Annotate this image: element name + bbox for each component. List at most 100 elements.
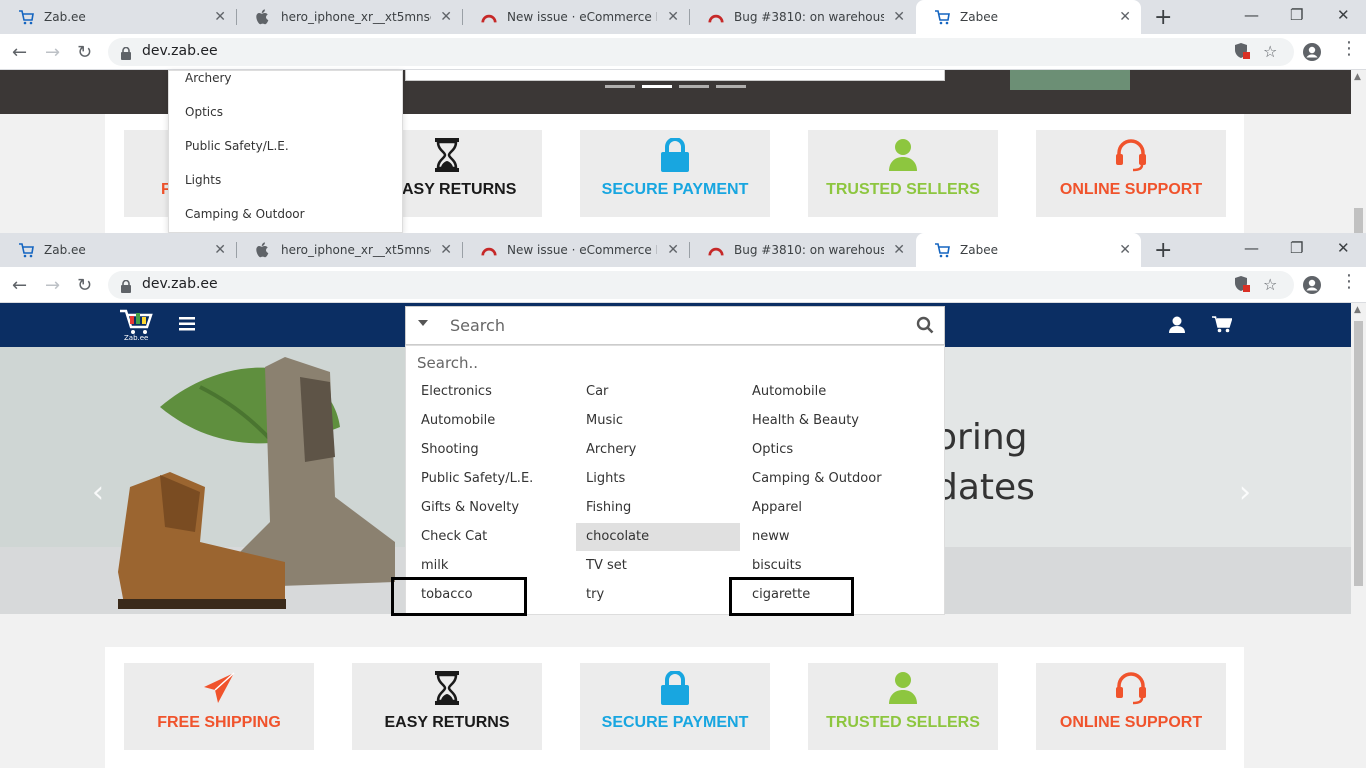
new-tab-icon[interactable]: + — [1154, 5, 1172, 30]
category-item-tv-set[interactable]: TV set — [576, 552, 740, 580]
dropdown-item-lights[interactable]: Lights — [185, 173, 221, 187]
account-user-icon[interactable] — [1169, 316, 1185, 337]
forward-icon[interactable]: → — [45, 42, 60, 63]
profile-icon[interactable] — [1302, 42, 1322, 66]
carousel-dot-active[interactable] — [642, 85, 672, 88]
shopping-cart-icon[interactable] — [1212, 316, 1233, 337]
headset-icon — [1036, 138, 1226, 174]
carousel-next-icon[interactable]: › — [1239, 475, 1251, 510]
back-icon[interactable]: ← — [12, 42, 27, 63]
category-item-apparel[interactable]: Apparel — [742, 494, 906, 522]
tab-strip: Zab.ee ✕ hero_iphone_xr__xt5mnse2zkia ✕ … — [0, 233, 1366, 267]
new-tab-icon[interactable]: + — [1154, 238, 1172, 263]
category-search-input[interactable]: Search.. — [417, 354, 478, 372]
close-icon[interactable]: ✕ — [214, 9, 226, 25]
close-icon[interactable]: ✕ — [1119, 9, 1131, 25]
zabee-logo[interactable]: Zab.ee — [118, 307, 154, 345]
category-item-check-cat[interactable]: Check Cat — [411, 523, 575, 551]
bookmark-star-icon[interactable]: ☆ — [1263, 42, 1277, 61]
restore-icon[interactable]: ❐ — [1290, 6, 1303, 24]
forward-icon[interactable]: → — [45, 275, 60, 296]
scrollbar-thumb[interactable] — [1354, 208, 1363, 233]
carousel-dot[interactable] — [716, 85, 746, 88]
tab-zabee-active[interactable]: Zabee ✕ — [916, 0, 1141, 34]
hourglass-icon — [352, 671, 542, 707]
tab-title: Zabee — [960, 243, 998, 257]
dropdown-item-camping[interactable]: Camping & Outdoor — [185, 207, 305, 221]
window-close-icon[interactable]: ✕ — [1337, 6, 1350, 24]
category-item-biscuits[interactable]: biscuits — [742, 552, 906, 580]
tab-hero-iphone[interactable]: hero_iphone_xr__xt5mnse2zkia ✕ — [237, 0, 462, 34]
category-item-gifts-novelty[interactable]: Gifts & Novelty — [411, 494, 575, 522]
category-item-public-safety-l-e[interactable]: Public Safety/L.E. — [411, 465, 575, 493]
category-item-fishing[interactable]: Fishing — [576, 494, 740, 522]
back-icon[interactable]: ← — [12, 275, 27, 296]
category-item-milk[interactable]: milk — [411, 552, 575, 580]
category-item-camping-outdoor[interactable]: Camping & Outdoor — [742, 465, 906, 493]
tab-zabee-1[interactable]: Zab.ee ✕ — [0, 233, 236, 267]
tab-bug-3810[interactable]: Bug #3810: on warehouse title ✕ — [690, 0, 915, 34]
page-scrollbar[interactable]: ▲ — [1351, 70, 1366, 233]
reload-icon[interactable]: ↻ — [77, 275, 92, 296]
reload-icon[interactable]: ↻ — [77, 42, 92, 63]
category-item-try[interactable]: try — [576, 581, 740, 609]
tab-title: hero_iphone_xr__xt5mnse2zkia — [281, 243, 431, 257]
category-item-automobile[interactable]: Automobile — [411, 407, 575, 435]
tab-zabee-active[interactable]: Zabee ✕ — [916, 233, 1141, 267]
category-dropdown-toggle-icon[interactable] — [418, 320, 428, 326]
close-icon[interactable]: ✕ — [1119, 242, 1131, 258]
scroll-up-icon[interactable]: ▲ — [1354, 305, 1361, 315]
category-item-archery[interactable]: Archery — [576, 436, 740, 464]
close-icon[interactable]: ✕ — [667, 9, 679, 25]
close-icon[interactable]: ✕ — [667, 242, 679, 258]
dropdown-item-archery[interactable]: Archery — [185, 71, 232, 85]
category-item-chocolate[interactable]: chocolate — [576, 523, 740, 551]
category-item-shooting[interactable]: Shooting — [411, 436, 575, 464]
category-item-neww[interactable]: neww — [742, 523, 906, 551]
carousel-prev-icon[interactable]: ‹ — [92, 475, 104, 510]
dropdown-item-public-safety[interactable]: Public Safety/L.E. — [185, 139, 289, 153]
tab-zabee-1[interactable]: Zab.ee ✕ — [0, 0, 236, 34]
bookmark-star-icon[interactable]: ☆ — [1263, 275, 1277, 294]
category-item-automobile[interactable]: Automobile — [742, 378, 906, 406]
close-icon[interactable]: ✕ — [214, 242, 226, 258]
url-field[interactable]: dev.zab.ee — [108, 38, 1294, 66]
category-item-health-beauty[interactable]: Health & Beauty — [742, 407, 906, 435]
extension-blocked-icon[interactable] — [1234, 42, 1250, 64]
close-icon[interactable]: ✕ — [440, 242, 452, 258]
close-icon[interactable]: ✕ — [440, 9, 452, 25]
feature-trusted-sellers: TRUSTED SELLERS — [808, 130, 998, 217]
menu-kebab-icon[interactable]: ⋮ — [1340, 271, 1358, 292]
extension-blocked-icon[interactable] — [1234, 275, 1250, 297]
category-item-car[interactable]: Car — [576, 378, 740, 406]
category-item-lights[interactable]: Lights — [576, 465, 740, 493]
close-icon[interactable]: ✕ — [893, 242, 905, 258]
scroll-up-icon[interactable]: ▲ — [1354, 72, 1361, 82]
zabee-cart-icon — [18, 9, 34, 25]
category-item-music[interactable]: Music — [576, 407, 740, 435]
search-icon[interactable] — [916, 316, 934, 338]
restore-icon[interactable]: ❐ — [1290, 239, 1303, 257]
dropdown-item-optics[interactable]: Optics — [185, 105, 223, 119]
tab-new-issue[interactable]: New issue · eCommerce Projec ✕ — [463, 0, 689, 34]
category-item-optics[interactable]: Optics — [742, 436, 906, 464]
tab-new-issue[interactable]: New issue · eCommerce Projec ✕ — [463, 233, 689, 267]
hero-fragment — [1010, 70, 1130, 90]
close-icon[interactable]: ✕ — [893, 9, 905, 25]
tab-bug-3810[interactable]: Bug #3810: on warehouse title ✕ — [690, 233, 915, 267]
minimize-icon[interactable]: — — [1244, 239, 1259, 257]
profile-icon[interactable] — [1302, 275, 1322, 299]
menu-kebab-icon[interactable]: ⋮ — [1340, 38, 1358, 59]
carousel-dot[interactable] — [679, 85, 709, 88]
hamburger-menu-icon[interactable] — [179, 316, 195, 335]
window-close-icon[interactable]: ✕ — [1337, 239, 1350, 257]
search-input[interactable]: Search — [450, 316, 505, 335]
category-item-electronics[interactable]: Electronics — [411, 378, 575, 406]
carousel-dot[interactable] — [605, 85, 635, 88]
page-scrollbar[interactable]: ▲ — [1351, 303, 1366, 768]
feature-label: TRUSTED SELLERS — [826, 181, 980, 198]
minimize-icon[interactable]: — — [1244, 6, 1259, 24]
tab-hero-iphone[interactable]: hero_iphone_xr__xt5mnse2zkia ✕ — [237, 233, 462, 267]
scrollbar-thumb[interactable] — [1354, 321, 1363, 586]
url-field[interactable]: dev.zab.ee — [108, 271, 1294, 299]
